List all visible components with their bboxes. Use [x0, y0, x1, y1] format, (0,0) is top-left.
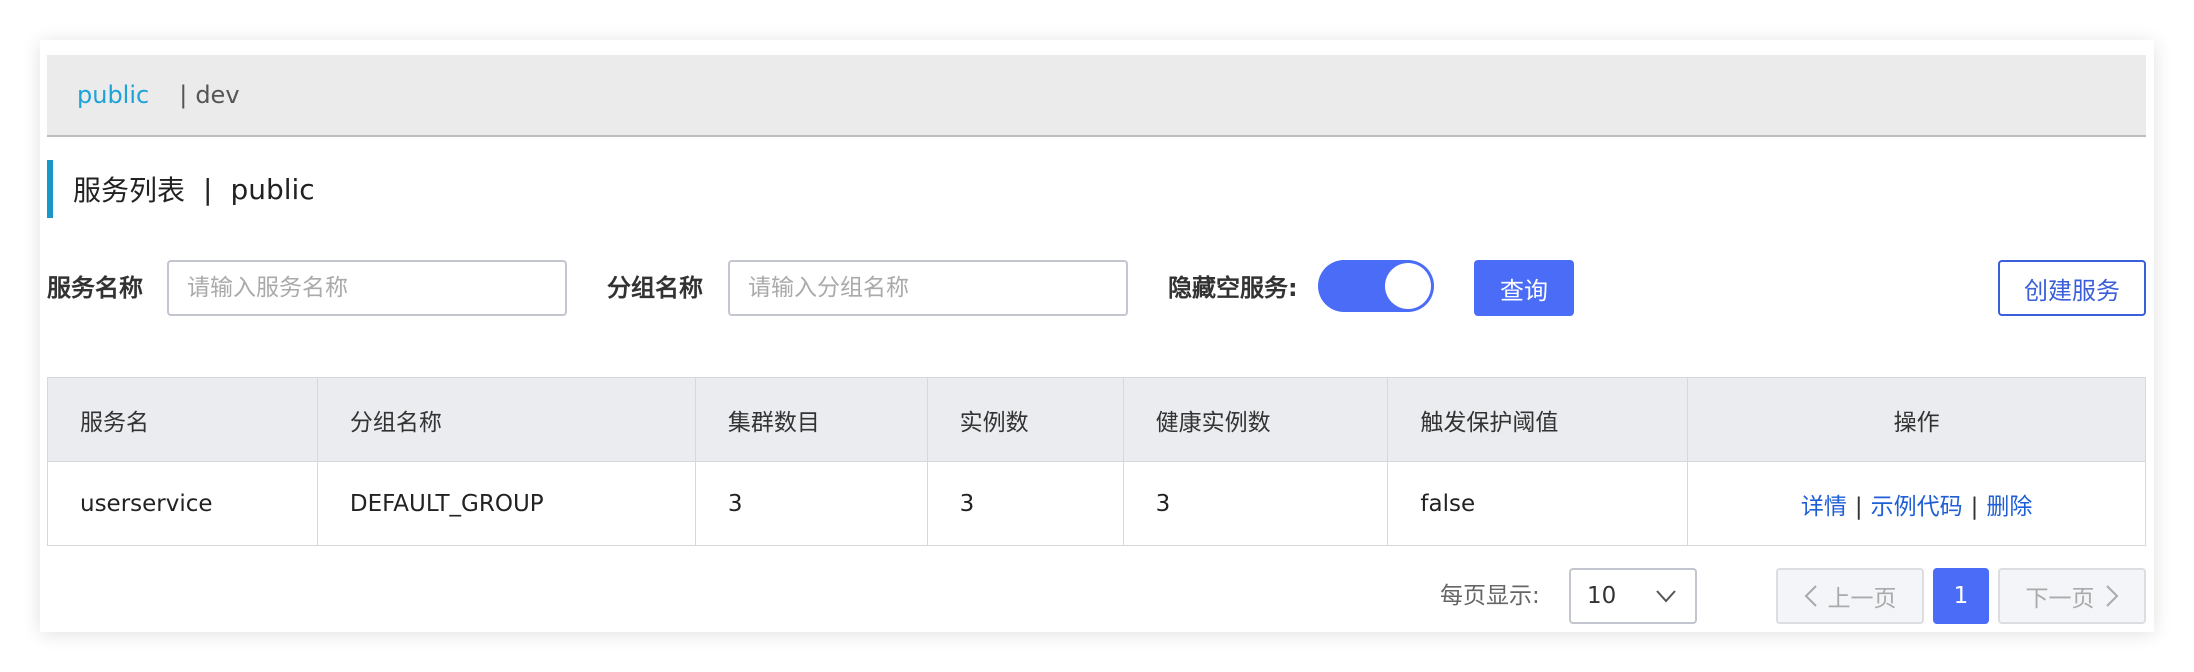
- chevron-right-icon: [2105, 585, 2118, 607]
- group-name-input[interactable]: [728, 260, 1128, 316]
- page-title-separator: |: [203, 172, 213, 206]
- service-name-input[interactable]: [167, 260, 567, 316]
- header-protect-threshold: 触发保护阈值: [1387, 377, 1689, 462]
- group-name-label: 分组名称: [607, 274, 703, 302]
- prev-page-button[interactable]: 上一页: [1776, 568, 1924, 624]
- query-button[interactable]: 查询: [1474, 260, 1574, 316]
- header-actions: 操作: [1687, 377, 2146, 462]
- page-title-namespace: public: [230, 172, 315, 206]
- cell-instance-count: 3: [926, 461, 1124, 546]
- chevron-down-icon: [1656, 590, 1676, 603]
- header-cluster-count: 集群数目: [694, 377, 928, 462]
- cell-actions: 详情 | 示例代码 | 删除: [1687, 461, 2146, 546]
- header-group-name: 分组名称: [316, 377, 696, 462]
- details-link[interactable]: 详情: [1801, 494, 1847, 520]
- page-title: 服务列表 | public: [47, 160, 315, 218]
- header-instance-count: 实例数: [926, 377, 1124, 462]
- cell-cluster-count: 3: [694, 461, 928, 546]
- table-header-row: 服务名 分组名称 集群数目 实例数 健康实例数 触发保护阈值 操作: [47, 377, 2146, 462]
- current-page-button[interactable]: 1: [1933, 568, 1989, 624]
- title-accent-bar: [47, 160, 53, 218]
- sample-code-link[interactable]: 示例代码: [1871, 494, 1963, 520]
- namespace-bar: public | dev: [47, 55, 2146, 137]
- hide-empty-services-label: 隐藏空服务:: [1168, 274, 1298, 302]
- header-service-name: 服务名: [47, 377, 318, 462]
- cell-protect-threshold: false: [1387, 461, 1689, 546]
- action-separator: |: [1970, 493, 1979, 520]
- delete-link[interactable]: 删除: [1986, 494, 2032, 520]
- namespace-dev-link[interactable]: dev: [195, 81, 239, 109]
- cell-service-name: userservice: [47, 461, 318, 546]
- cell-group-name: DEFAULT_GROUP: [316, 461, 696, 546]
- chevron-left-icon: [1804, 585, 1817, 607]
- prev-page-label: 上一页: [1827, 586, 1897, 612]
- namespace-public-link[interactable]: public: [77, 81, 149, 109]
- cell-healthy-count: 3: [1122, 461, 1389, 546]
- header-healthy-count: 健康实例数: [1122, 377, 1389, 462]
- hide-empty-services-toggle[interactable]: [1318, 260, 1434, 312]
- service-name-label: 服务名称: [47, 274, 143, 302]
- filter-bar: 服务名称 分组名称 隐藏空服务: 查询 创建服务: [47, 260, 2146, 316]
- pagination: 每页显示: 10 上一页 1 下一页: [47, 568, 2146, 624]
- page-title-text: 服务列表: [73, 174, 186, 207]
- per-page-select[interactable]: 10: [1569, 568, 1697, 624]
- create-service-button[interactable]: 创建服务: [1998, 260, 2146, 316]
- per-page-value: 10: [1587, 583, 1617, 609]
- table-row: userservice DEFAULT_GROUP 3 3 3 false 详情…: [47, 461, 2146, 546]
- next-page-label: 下一页: [2025, 586, 2095, 612]
- next-page-button[interactable]: 下一页: [1998, 568, 2146, 624]
- service-table: 服务名 分组名称 集群数目 实例数 健康实例数 触发保护阈值 操作 userse…: [47, 377, 2146, 546]
- namespace-separator: |: [179, 81, 188, 109]
- per-page-label: 每页显示:: [1440, 583, 1540, 609]
- toggle-knob: [1385, 263, 1431, 309]
- action-separator: |: [1854, 493, 1863, 520]
